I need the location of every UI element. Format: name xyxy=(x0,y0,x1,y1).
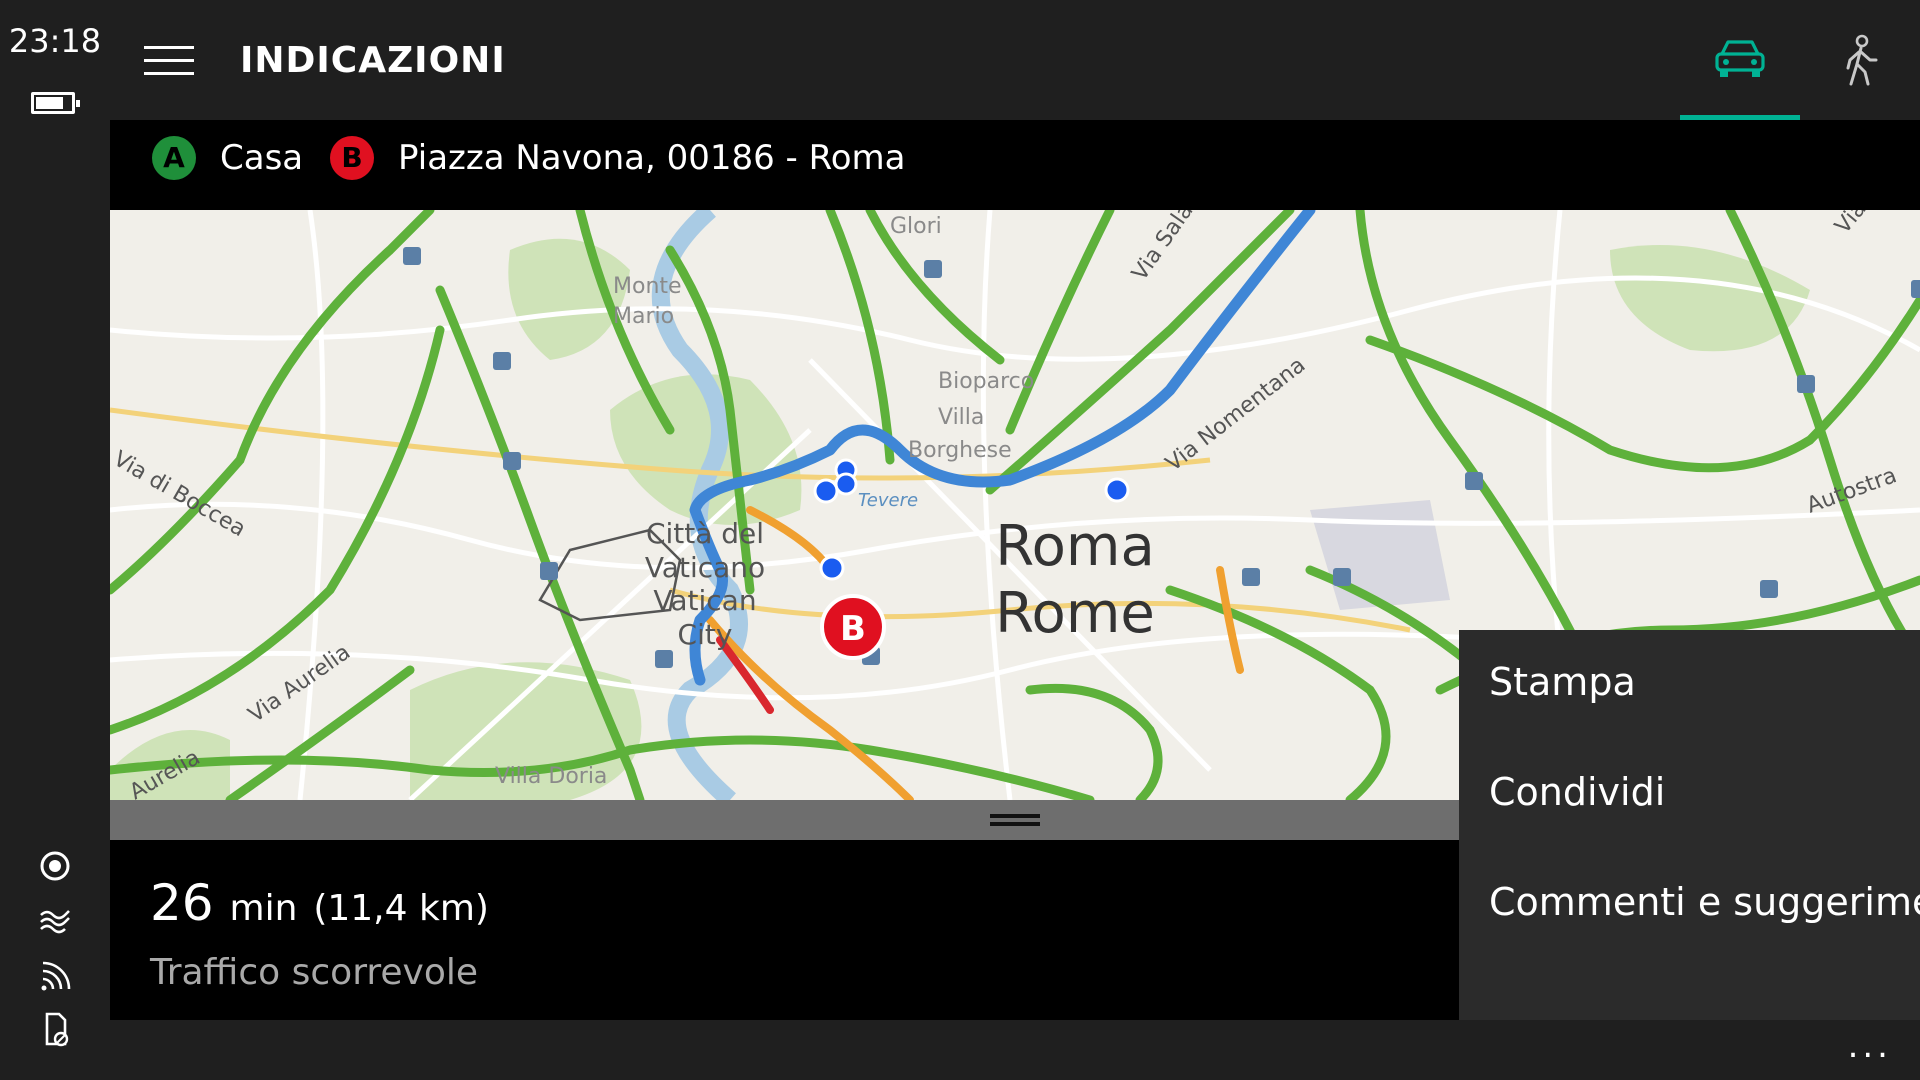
traffic-status: Traffico scorrevole xyxy=(150,952,479,993)
label-villa-doria: Villa Doria xyxy=(495,764,607,789)
label-glori: Glori xyxy=(890,214,942,239)
distance-value: (11,4 km) xyxy=(313,888,489,929)
record-icon[interactable] xyxy=(35,846,75,886)
svg-text:Vaticano: Vaticano xyxy=(645,551,765,584)
origin-label[interactable]: Casa xyxy=(220,136,303,180)
destination-label[interactable]: Piazza Navona, 00186 - Roma xyxy=(398,136,905,180)
walking-mode-tab[interactable] xyxy=(1800,0,1920,120)
airflow-icon[interactable] xyxy=(35,900,75,940)
label-villa: Villa xyxy=(938,405,984,430)
eta-display: 26 min (11,4 km) xyxy=(150,874,489,932)
map-destination-marker[interactable]: B xyxy=(820,594,886,660)
city-label-roma: Roma xyxy=(995,514,1155,579)
city-label-rome: Rome xyxy=(995,581,1155,646)
battery-icon xyxy=(31,92,80,114)
svg-text:Città del: Città del xyxy=(646,517,764,550)
page-title: INDICAZIONI xyxy=(240,40,506,81)
wireless-signal-icon[interactable] xyxy=(35,955,75,995)
menu-item-print[interactable]: Stampa xyxy=(1489,660,1636,704)
menu-item-share[interactable]: Condividi xyxy=(1489,770,1665,814)
context-menu: Stampa Condividi Commenti e suggerimenti xyxy=(1459,630,1920,1020)
panel-drag-handle[interactable] xyxy=(110,800,1459,840)
destination-marker: B xyxy=(330,136,374,180)
map-destination-marker-label: B xyxy=(840,609,866,649)
label-via-top-right: Via xyxy=(1830,210,1871,239)
more-options-button[interactable]: ... xyxy=(1848,1026,1892,1066)
pedestrian-icon xyxy=(1846,34,1878,86)
label-bioparco: Bioparco xyxy=(938,369,1034,394)
menu-item-feedback[interactable]: Commenti e suggerimenti xyxy=(1489,880,1920,924)
hamburger-menu-button[interactable] xyxy=(144,46,194,78)
duration-value: 26 xyxy=(150,874,214,932)
label-mario: Mario xyxy=(613,304,674,329)
duration-unit: min xyxy=(229,888,298,929)
label-monte: Monte xyxy=(613,274,682,299)
bottom-app-bar: ... xyxy=(110,1020,1920,1080)
label-via-salaria: Via Sala xyxy=(1127,210,1198,285)
origin-marker: A xyxy=(152,136,196,180)
route-endpoints: A Casa B Piazza Navona, 00186 - Roma xyxy=(110,120,1920,210)
device-settings-icon[interactable] xyxy=(35,1010,75,1050)
driving-mode-tab[interactable] xyxy=(1680,0,1800,120)
system-sidebar: 23:18 xyxy=(0,0,110,1080)
svg-text:Vatican: Vatican xyxy=(653,584,756,617)
svg-text:City: City xyxy=(678,618,733,651)
urban-area xyxy=(1310,500,1450,610)
car-icon xyxy=(1715,40,1765,77)
app-header: INDICAZIONI xyxy=(110,0,1920,120)
clock: 23:18 xyxy=(8,22,102,60)
label-borghese: Borghese xyxy=(908,438,1012,463)
label-tevere: Tevere xyxy=(858,490,918,511)
route-summary[interactable]: 26 min (11,4 km) Traffico scorrevole xyxy=(110,840,1459,1020)
